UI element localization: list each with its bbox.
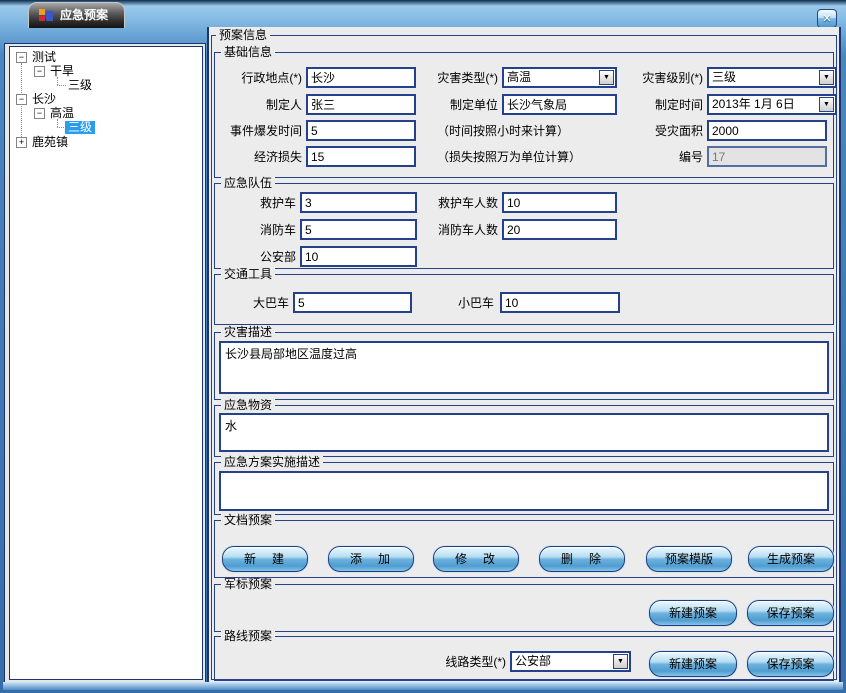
bus-input[interactable] [293, 292, 412, 313]
tree-expander-minus-icon[interactable]: − [34, 108, 45, 119]
military-save-plan-button[interactable]: 保存预案 [747, 600, 834, 626]
disaster-type-value: 高温 [507, 70, 531, 85]
tree-node-luyuan-town[interactable]: 鹿苑镇 [32, 136, 68, 149]
economic-loss-input[interactable] [306, 146, 416, 167]
police-label: 公安部 [210, 250, 296, 264]
firetruck-input[interactable] [300, 219, 417, 240]
new-button[interactable]: 新 建 [222, 546, 308, 572]
economic-loss-hint: （损失按照万为单位计算） [437, 150, 581, 164]
basic-info-group-label: 基础信息 [221, 46, 275, 59]
route-plan-group-label: 路线预案 [221, 630, 275, 643]
tab-title: 应急预案 [60, 6, 108, 23]
military-new-plan-button[interactable]: 新建预案 [649, 600, 737, 626]
tree-expander-minus-icon[interactable]: − [16, 94, 27, 105]
emergency-teams-group-label: 应急队伍 [221, 177, 275, 190]
tree-node-test[interactable]: 测试 [32, 51, 56, 64]
impl-desc-textarea[interactable] [219, 471, 829, 511]
ambulance-label: 救护车 [210, 196, 296, 210]
create-time-value: 2013年 1月 6日 [712, 97, 795, 112]
doc-plan-group-label: 文档预案 [221, 514, 275, 527]
military-plan-group-label: 军标预案 [221, 578, 275, 591]
economic-loss-label: 经济损失 [210, 150, 302, 164]
create-time-dropdown-button[interactable]: ▼ [819, 97, 834, 112]
tree-guide [57, 119, 58, 127]
create-time-datepicker[interactable]: 2013年 1月 6日 ▼ [707, 94, 837, 115]
tree-node-level3-selected[interactable]: 三级 [65, 121, 95, 134]
tree-guide [57, 77, 58, 85]
tree-expander-minus-icon[interactable]: − [16, 52, 27, 63]
military-plan-groupbox [214, 584, 834, 632]
firetruck-crew-input[interactable] [502, 219, 617, 240]
window-bottom-edge [3, 682, 843, 690]
create-time-label: 制定时间 [615, 98, 703, 112]
affected-area-input[interactable] [707, 120, 827, 141]
supplies-textarea[interactable]: 水 [219, 413, 829, 452]
app-window-icon [39, 8, 53, 22]
minibus-label: 小巴车 [410, 296, 494, 310]
doc-plan-groupbox [214, 520, 834, 578]
supplies-group-label: 应急物资 [221, 399, 275, 412]
admin-location-label: 行政地点(*) [210, 71, 302, 85]
chevron-down-icon: ▼ [603, 74, 610, 81]
ambulance-crew-label: 救护车人数 [410, 196, 498, 210]
route-save-plan-button[interactable]: 保存预案 [747, 651, 834, 677]
tree-node-changsha[interactable]: 长沙 [32, 93, 56, 106]
tree-node-high-temp[interactable]: 高温 [50, 107, 74, 120]
disaster-level-dropdown-button[interactable]: ▼ [819, 70, 834, 85]
ambulance-input[interactable] [300, 192, 417, 213]
route-type-value: 公安部 [515, 654, 551, 669]
route-new-plan-button[interactable]: 新建预案 [649, 651, 737, 677]
police-input[interactable] [300, 246, 417, 267]
disaster-type-combo[interactable]: 高温 ▼ [502, 67, 617, 88]
create-unit-label: 制定单位 [410, 98, 498, 112]
modify-button[interactable]: 修 改 [433, 546, 519, 572]
close-icon: ✕ [822, 12, 831, 25]
minibus-input[interactable] [500, 292, 620, 313]
serial-number-label: 编号 [615, 150, 703, 164]
emergency-plan-window: 应急预案 ✕ − 测试 − 干旱 三级 − 长沙 − 高温 三级 + 鹿苑镇 预… [0, 0, 846, 693]
close-button[interactable]: ✕ [817, 9, 837, 28]
tree-expander-minus-icon[interactable]: − [34, 66, 45, 77]
route-type-dropdown-button[interactable]: ▼ [613, 654, 628, 669]
firetruck-crew-label: 消防车人数 [410, 223, 498, 237]
create-unit-input[interactable] [502, 94, 617, 115]
disaster-type-dropdown-button[interactable]: ▼ [599, 70, 614, 85]
creator-label: 制定人 [210, 98, 302, 112]
tree-node-level3[interactable]: 三级 [68, 79, 92, 92]
disaster-desc-group-label: 灾害描述 [221, 326, 275, 339]
disaster-level-label: 灾害级别(*) [615, 71, 703, 85]
firetruck-label: 消防车 [210, 223, 296, 237]
creator-input[interactable] [306, 94, 416, 115]
chevron-down-icon: ▼ [617, 658, 624, 665]
admin-location-input[interactable] [306, 67, 416, 88]
bus-label: 大巴车 [205, 296, 289, 310]
ambulance-crew-input[interactable] [502, 192, 617, 213]
chevron-down-icon: ▼ [823, 74, 830, 81]
impl-desc-group-label: 应急方案实施描述 [221, 456, 323, 469]
outbreak-time-label: 事件爆发时间 [205, 124, 302, 138]
chevron-down-icon: ▼ [823, 101, 830, 108]
tree-guide [57, 85, 66, 86]
delete-button[interactable]: 删 除 [539, 546, 625, 572]
affected-area-label: 受灾面积 [615, 124, 703, 138]
transport-group-label: 交通工具 [221, 268, 275, 281]
serial-number-input [707, 146, 827, 167]
outbreak-time-hint: （时间按照小时来计算） [437, 124, 569, 138]
disaster-type-label: 灾害类型(*) [410, 71, 498, 85]
route-type-combo[interactable]: 公安部 ▼ [510, 651, 631, 672]
generate-plan-button[interactable]: 生成预案 [748, 546, 834, 572]
disaster-level-combo[interactable]: 三级 ▼ [707, 67, 837, 88]
plan-template-button[interactable]: 预案模版 [646, 546, 732, 572]
plan-info-group-label: 预案信息 [216, 29, 270, 42]
disaster-level-value: 三级 [712, 70, 736, 85]
add-button[interactable]: 添 加 [328, 546, 414, 572]
tree-expander-plus-icon[interactable]: + [16, 137, 27, 148]
route-type-label: 线路类型(*) [418, 655, 506, 669]
tree-node-drought[interactable]: 干旱 [50, 65, 74, 78]
tab-emergency-plan[interactable]: 应急预案 [28, 2, 125, 28]
disaster-desc-textarea[interactable]: 长沙县局部地区温度过高 [219, 341, 829, 394]
outbreak-time-input[interactable] [306, 120, 416, 141]
